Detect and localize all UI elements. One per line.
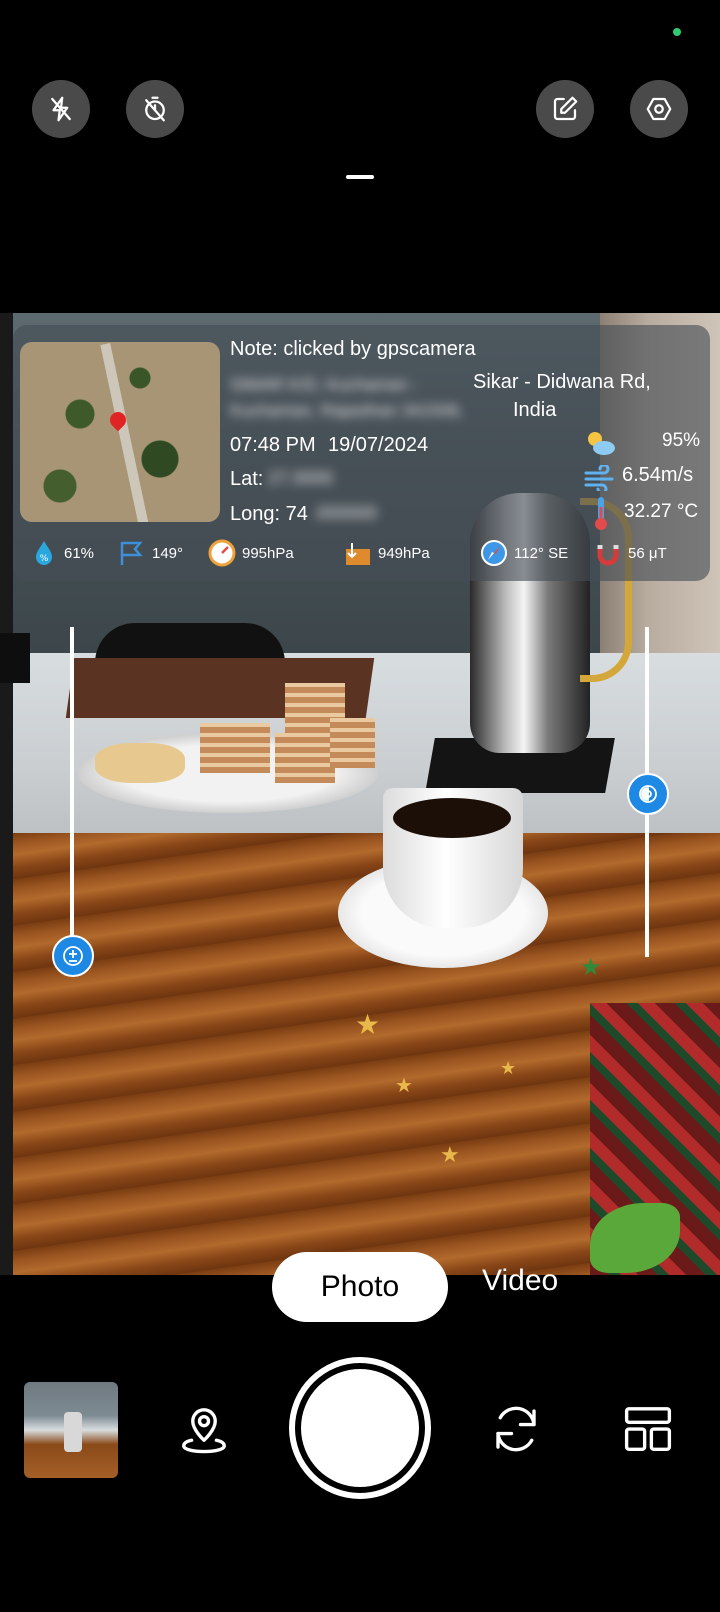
template-layout-icon [624, 1407, 672, 1451]
overlay-note: Note: clicked by gpscamera [230, 338, 476, 360]
shutter-button[interactable] [289, 1357, 431, 1499]
compass-stat: 112° SE [480, 539, 568, 567]
flash-off-icon [51, 96, 71, 122]
humidity-drop-icon: % [30, 539, 58, 567]
switch-camera-icon [496, 1406, 536, 1452]
edit-button[interactable] [536, 80, 594, 138]
timer-button[interactable] [126, 80, 184, 138]
timer-off-icon [145, 96, 165, 122]
humidity-stat: % 61% [30, 539, 94, 567]
switch-camera-button[interactable] [486, 1399, 546, 1459]
brightness-slider-knob[interactable] [627, 773, 669, 815]
overlay-address-blurred: SIMAR K/D, Kuchaman - Kuchaman, Rajastha… [230, 375, 464, 420]
status-indicator-dot [673, 28, 681, 36]
scene-wafer [330, 718, 375, 768]
overlay-time: 07:48 PM [230, 434, 316, 456]
pressure-stat: 995hPa [208, 539, 294, 567]
shutter-inner [301, 1369, 419, 1487]
temperature-value: 32.27 °C [624, 501, 699, 522]
thumb-kettle [64, 1412, 82, 1452]
settings-icon [646, 97, 672, 121]
scene-chair-left [0, 633, 30, 683]
drawer-handle[interactable] [346, 175, 374, 179]
thermometer-icon [591, 495, 611, 531]
template-layout-button[interactable] [618, 1399, 678, 1459]
wind-icon [583, 463, 617, 495]
pressure-value: 995hPa [242, 544, 294, 562]
overlay-date: 19/07/2024 [328, 434, 429, 456]
mode-video-tab[interactable]: Video [482, 1264, 558, 1298]
brightness-icon [639, 785, 657, 803]
scene-wafer [200, 723, 270, 773]
magnet-icon [594, 539, 622, 567]
edit-icon [553, 96, 578, 121]
scene-star: ★ [395, 1073, 413, 1097]
compass-icon [480, 539, 508, 567]
scene-star: ★ [355, 1008, 381, 1041]
gallery-thumbnail[interactable] [24, 1382, 118, 1478]
map-road [100, 343, 150, 522]
cloud-value: 95% [662, 430, 701, 451]
overlay-country: India [513, 399, 557, 421]
altitude-icon [344, 539, 372, 567]
scene-star: ★ [440, 1143, 460, 1168]
settings-button[interactable] [630, 80, 688, 138]
wind-flag-icon [118, 539, 146, 567]
zoom-slider-track[interactable] [70, 627, 74, 957]
altitude-pressure-value: 949hPa [378, 544, 430, 562]
humidity-value: 61% [64, 544, 95, 562]
overlay-place: Sikar - Didwana Rd, [473, 371, 651, 393]
zoom-slider-knob[interactable] [52, 935, 94, 977]
wind-direction-stat: 149° [118, 539, 183, 567]
partly-cloudy-icon [583, 428, 617, 458]
scene-chips [95, 743, 185, 783]
svg-text:%: % [40, 554, 49, 564]
wind-value: 6.54m/s [622, 464, 694, 486]
magnetic-value: 56 μT [628, 544, 667, 562]
magnetic-stat: 56 μT [594, 539, 667, 567]
mode-photo-tab[interactable]: Photo [272, 1252, 448, 1322]
flash-toggle-button[interactable] [32, 80, 90, 138]
overlay-lat-value: 27.0000 [268, 468, 334, 488]
scene-star: ★ [580, 953, 602, 981]
scene-coffee [393, 798, 511, 838]
scene-left-edge [0, 313, 13, 1275]
location-button[interactable] [174, 1399, 234, 1459]
overlay-long-label: Long: 74 [230, 503, 308, 525]
altitude-stat: 949hPa [344, 539, 430, 567]
exposure-plus-minus-icon [63, 946, 83, 966]
location-pin-icon [182, 1408, 226, 1454]
overlay-lat-label: Lat: [230, 468, 264, 490]
wind-direction-value: 149° [152, 544, 184, 562]
scene-star: ★ [500, 1058, 517, 1079]
scene-wafer [275, 733, 335, 783]
gauge-icon [208, 539, 236, 567]
overlay-long-value: .000000 [312, 503, 378, 523]
map-thumbnail[interactable] [20, 342, 220, 522]
compass-value: 112° SE [514, 544, 569, 562]
